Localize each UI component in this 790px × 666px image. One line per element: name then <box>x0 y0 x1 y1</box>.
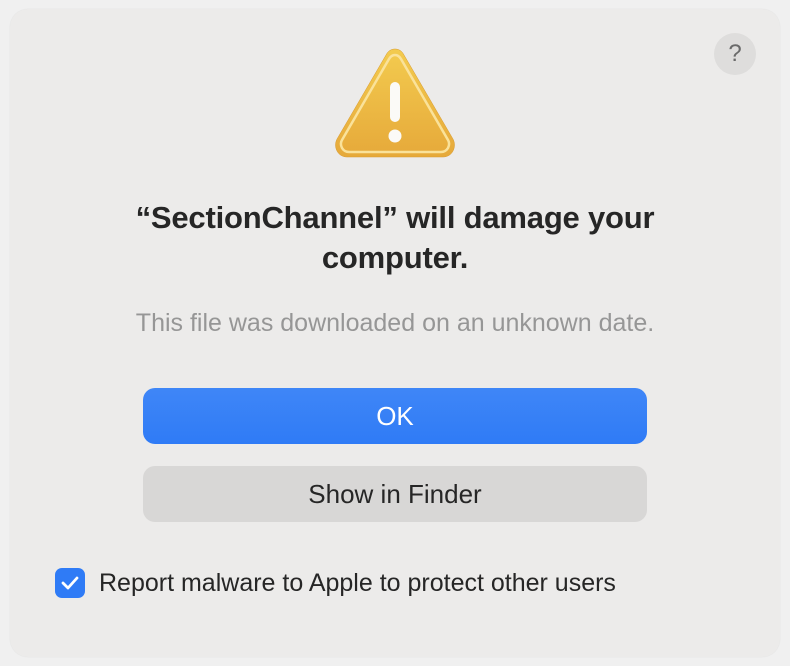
ok-button[interactable]: OK <box>143 388 647 444</box>
help-button[interactable]: ? <box>714 33 756 75</box>
button-group: OK Show in Finder <box>143 388 647 522</box>
dialog-title: “SectionChannel” will damage your comput… <box>95 198 695 277</box>
checkmark-icon <box>60 573 80 593</box>
checkbox-row: Report malware to Apple to protect other… <box>55 568 735 598</box>
help-icon: ? <box>728 40 741 68</box>
checkbox-label: Report malware to Apple to protect other… <box>99 569 616 598</box>
show-in-finder-button-label: Show in Finder <box>308 479 481 510</box>
alert-dialog: ? “SectionChannel” will damage your comp… <box>10 9 780 657</box>
show-in-finder-button[interactable]: Show in Finder <box>143 466 647 522</box>
report-malware-checkbox[interactable] <box>55 568 85 598</box>
warning-icon <box>332 45 458 160</box>
ok-button-label: OK <box>376 401 414 432</box>
dialog-subtitle: This file was downloaded on an unknown d… <box>136 309 654 338</box>
